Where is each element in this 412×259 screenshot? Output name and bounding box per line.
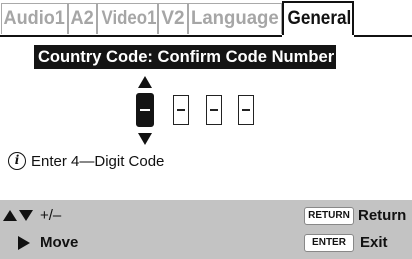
return-hint: Return [358,207,407,224]
digit-up-arrow-icon [138,76,152,88]
code-digit-4[interactable] [238,95,254,125]
enter-key[interactable]: ENTER [304,234,354,252]
tab-general[interactable]: General [282,1,354,36]
info-text: Enter 4—Digit Code [31,152,165,170]
info-icon: i [8,152,26,170]
move-hint: Move [40,234,79,251]
tab-language[interactable]: Language [188,3,282,34]
tab-active-gap [282,35,354,37]
down-arrow-icon [19,210,33,221]
setup-screen: Audio1 A2 Video1 V2 Language General Cou… [0,0,412,259]
code-digit-1[interactable] [136,93,154,127]
tab-a2[interactable]: A2 [68,3,97,34]
adjust-hint: +/– [40,207,62,224]
code-digit-2[interactable] [173,95,189,125]
code-digit-3[interactable] [206,95,222,125]
tab-bar: Audio1 A2 Video1 V2 Language General [0,0,412,37]
exit-hint: Exit [360,234,388,251]
up-arrow-icon [3,210,17,221]
info-message: i Enter 4—Digit Code [8,150,164,172]
tab-audio1[interactable]: Audio1 [1,3,68,34]
panel-title: Country Code: Confirm Code Number [34,45,336,69]
right-arrow-icon [18,236,30,250]
digit-down-arrow-icon [138,133,152,145]
tab-video1[interactable]: Video1 [97,3,158,34]
return-key[interactable]: RETURN [304,207,354,225]
bottom-help-bar: +/– Move RETURN Return ENTER Exit [0,200,412,259]
tab-v2[interactable]: V2 [158,3,188,34]
